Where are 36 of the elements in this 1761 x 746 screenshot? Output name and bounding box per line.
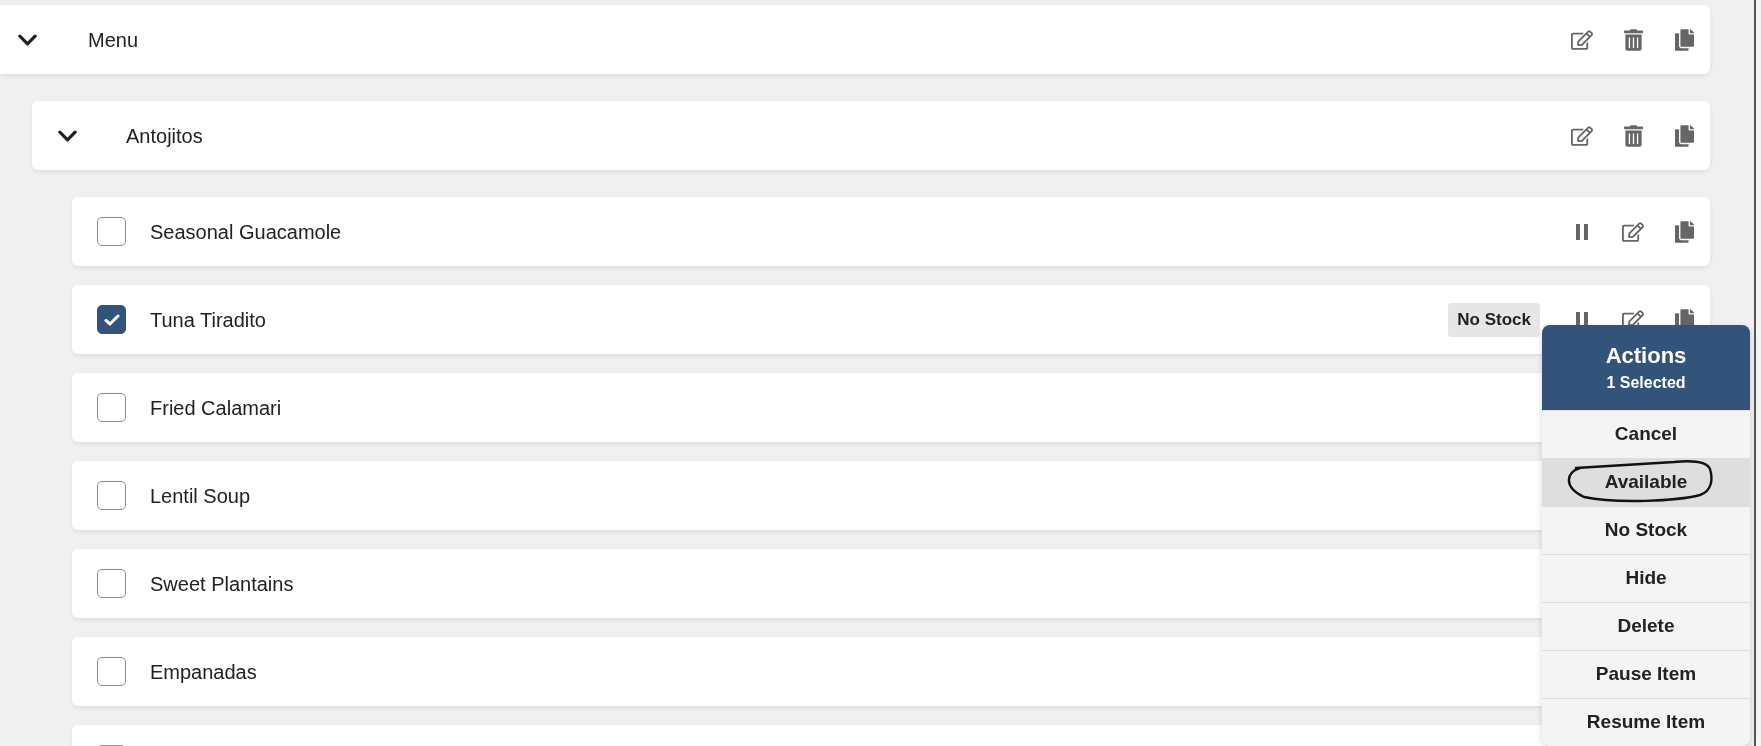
edit-icon[interactable] bbox=[1571, 29, 1593, 50]
copy-icon[interactable] bbox=[1674, 124, 1694, 147]
pause-icon[interactable] bbox=[1576, 223, 1588, 240]
checkmark-icon bbox=[103, 313, 120, 326]
category-title: Antojitos bbox=[126, 123, 203, 149]
item-name: Empanadas bbox=[150, 659, 257, 685]
menu-title: Menu bbox=[88, 27, 139, 53]
action-menu-item[interactable]: Pause Item bbox=[1542, 651, 1750, 698]
edit-icon[interactable] bbox=[1571, 125, 1593, 146]
copy-icon[interactable] bbox=[1674, 28, 1694, 51]
item-name: Lentil Soup bbox=[150, 483, 251, 509]
action-menu-item[interactable]: No Stock bbox=[1542, 507, 1750, 554]
action-menu-item[interactable]: Delete bbox=[1542, 603, 1750, 650]
chevron-down-icon[interactable] bbox=[58, 129, 77, 142]
item-name: Tuna Tiradito bbox=[150, 307, 266, 333]
item-name: Fried Calamari bbox=[150, 395, 282, 421]
trash-icon[interactable] bbox=[1623, 28, 1643, 51]
status-badge: No Stock bbox=[1448, 302, 1540, 337]
checkbox[interactable] bbox=[97, 217, 126, 246]
action-menu-item[interactable]: Resume Item bbox=[1542, 699, 1750, 746]
menu-heading: Actions bbox=[1605, 341, 1687, 370]
item-name: Seasonal Guacamole bbox=[150, 219, 342, 245]
checkbox[interactable] bbox=[97, 393, 126, 422]
copy-icon[interactable] bbox=[1674, 220, 1694, 243]
action-menu-item[interactable]: Available bbox=[1542, 459, 1750, 506]
edit-icon[interactable] bbox=[1622, 221, 1644, 242]
checkbox[interactable] bbox=[97, 481, 126, 510]
selection-count: 1 Selected bbox=[1606, 372, 1686, 393]
action-menu-item[interactable]: Cancel bbox=[1542, 411, 1750, 458]
trash-icon[interactable] bbox=[1623, 124, 1643, 147]
action-menu-item[interactable]: Hide bbox=[1542, 555, 1750, 602]
checkbox[interactable] bbox=[97, 657, 126, 686]
chevron-down-icon[interactable] bbox=[18, 33, 37, 46]
checkbox[interactable] bbox=[97, 305, 126, 334]
checkbox[interactable] bbox=[97, 569, 126, 598]
item-name: Sweet Plantains bbox=[150, 571, 294, 597]
